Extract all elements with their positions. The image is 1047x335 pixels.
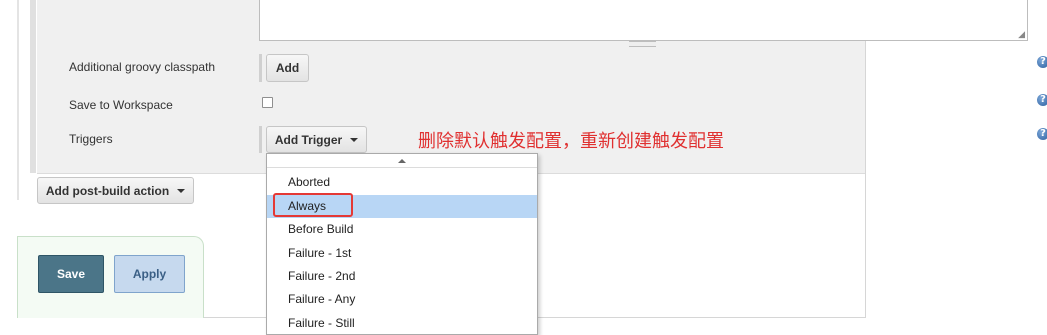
save-to-workspace-checkbox[interactable] (262, 97, 273, 108)
save-to-workspace-label: Save to Workspace (69, 98, 173, 112)
menu-item-failure-2nd[interactable]: Failure - 2nd (267, 265, 537, 288)
menu-item-aborted[interactable]: Aborted (267, 171, 537, 194)
chevron-down-icon (350, 137, 359, 142)
menu-scroll-up[interactable] (267, 154, 537, 168)
add-classpath-button[interactable]: Add (266, 54, 309, 82)
save-button[interactable]: Save (38, 255, 104, 293)
menu-item-failure-any[interactable]: Failure - Any (267, 288, 537, 311)
add-post-build-action-button[interactable]: Add post-build action (37, 177, 194, 204)
add-post-build-label: Add post-build action (45, 183, 170, 198)
nested-section-rail (30, 0, 36, 173)
help-icon[interactable]: ? (1037, 128, 1047, 140)
apply-button[interactable]: Apply (114, 255, 185, 293)
add-trigger-button[interactable]: Add Trigger (266, 126, 367, 153)
trigger-button-group-bar (259, 126, 262, 153)
groovy-script-textarea[interactable]: ◢ (259, 0, 1028, 41)
outer-section-rail (17, 0, 19, 200)
triggers-label: Triggers (69, 132, 113, 146)
form-right-border (865, 0, 866, 318)
callout-highlight-box (273, 193, 353, 217)
chevron-down-icon (177, 188, 186, 193)
help-icon[interactable]: ? (1037, 94, 1047, 106)
textarea-resize-handle[interactable] (629, 41, 656, 47)
menu-item-before-build[interactable]: Before Build (267, 218, 537, 241)
classpath-label: Additional groovy classpath (69, 60, 216, 74)
menu-item-failure-1st[interactable]: Failure - 1st (267, 242, 537, 265)
add-trigger-label: Add Trigger (274, 132, 343, 147)
classpath-button-group-bar (259, 54, 262, 82)
trigger-dropdown-menu[interactable]: Aborted Always Before Build Failure - 1s… (266, 153, 538, 335)
annotation-text: 删除默认触发配置，重新创建触发配置 (418, 131, 724, 152)
resize-grip-icon[interactable]: ◢ (1017, 30, 1025, 39)
menu-item-failure-still[interactable]: Failure - Still (267, 312, 537, 334)
help-icon[interactable]: ? (1037, 56, 1047, 68)
chevron-up-icon (398, 158, 406, 163)
